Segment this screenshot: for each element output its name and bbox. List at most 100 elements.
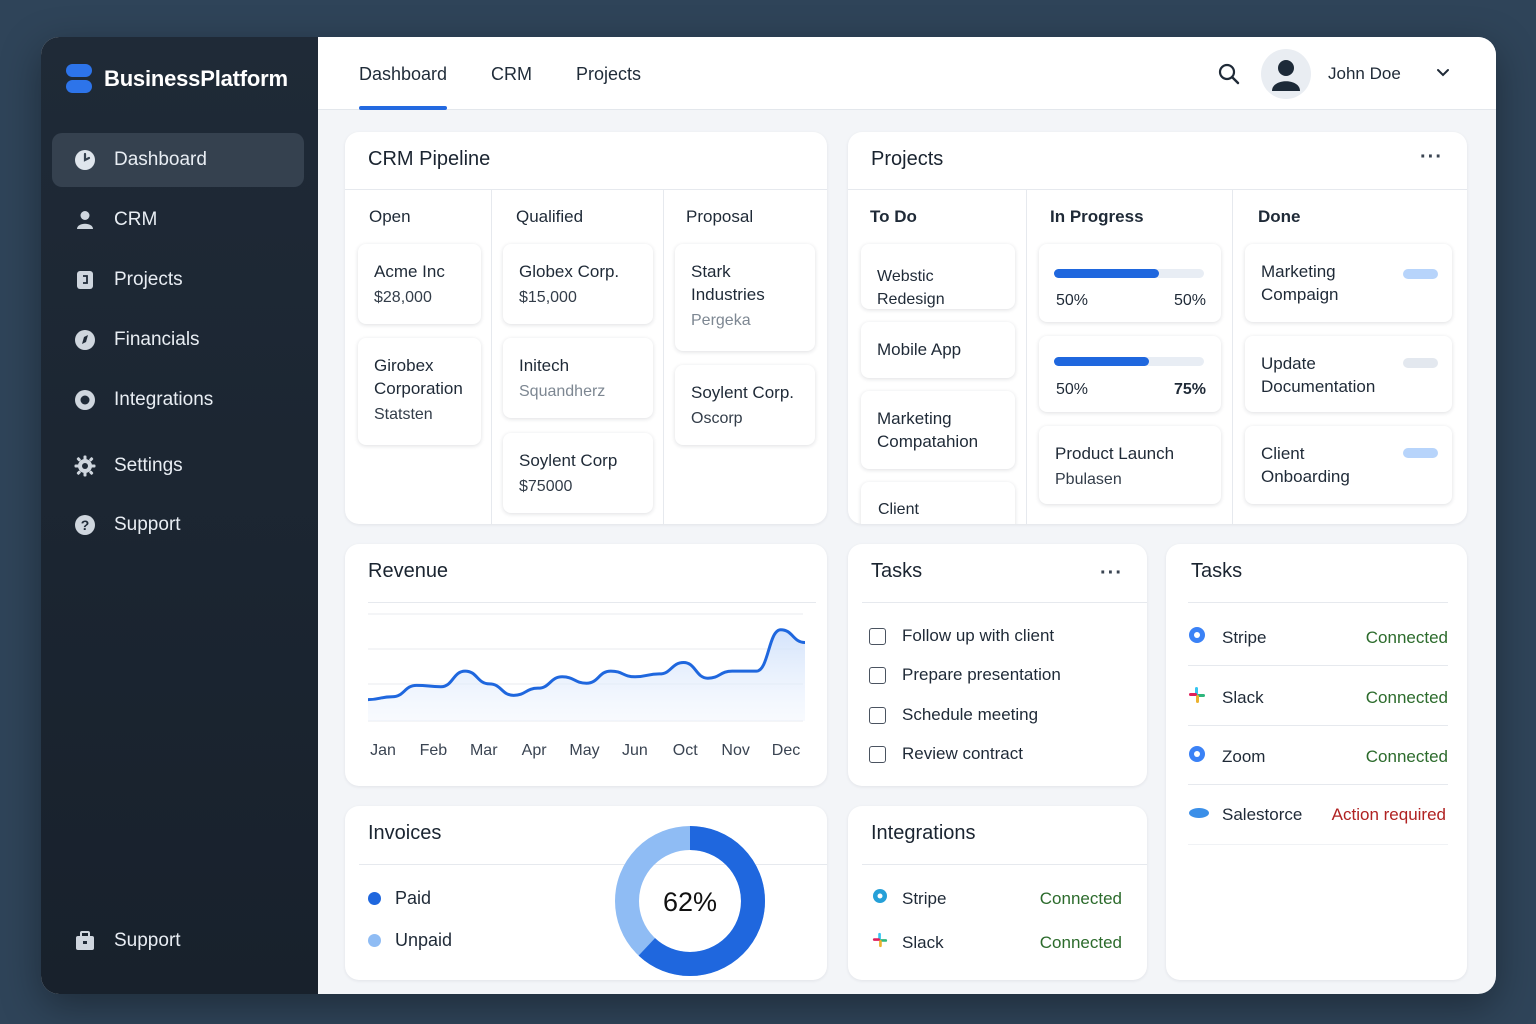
tab-dashboard[interactable]: Dashboard [359, 64, 448, 110]
project-card[interactable]: Mobile App [861, 322, 1015, 378]
checkbox[interactable] [869, 706, 886, 724]
project-name: Product Launch [1055, 444, 1175, 463]
integration-status: Connected [1039, 888, 1122, 908]
integration-status: Connected [1365, 627, 1448, 647]
column-header: In Progress [1050, 207, 1144, 226]
integration-name: Stripe [902, 888, 947, 908]
card-title: Invoices [368, 822, 442, 844]
project-progress-card[interactable]: 50% 75% [1039, 336, 1221, 412]
integration-row[interactable]: Slack Connected [1188, 686, 1448, 709]
project-card[interactable]: Marketing Compaign [1245, 244, 1452, 322]
deal-value: Pergeka [691, 312, 751, 329]
crm-pipeline-card: CRM Pipeline Open Qualified Proposal Acm… [345, 132, 827, 524]
integration-status: Connected [1365, 746, 1448, 766]
user-icon [74, 209, 96, 231]
progress-bar-fill [1054, 357, 1149, 366]
progress-label: 50% [1056, 381, 1089, 398]
sidebar-item-label: Integrations [114, 389, 214, 410]
deal-name: Acme Inc [374, 262, 445, 281]
search-icon[interactable] [1218, 63, 1240, 90]
svg-text:?: ? [81, 517, 90, 533]
project-name: Client Onboarding [1261, 444, 1350, 486]
sidebar-item-dashboard[interactable]: Dashboard [52, 133, 304, 187]
deal-card[interactable]: Globex Corp. $15,000 [503, 244, 653, 324]
projects-card: Projects ··· To Do In Progress Done Webs… [848, 132, 1467, 524]
sidebar-item-projects[interactable]: Projects [52, 253, 304, 307]
brand[interactable]: BusinessPlatform [66, 64, 288, 94]
sidebar-item-label: Dashboard [114, 149, 207, 170]
column-header: Proposal [686, 207, 754, 226]
deal-card[interactable]: Soylent Corp. Oscorp [675, 365, 815, 445]
deal-card[interactable]: Girobex Corporation Statsten [358, 338, 481, 445]
deal-name: Soylent Corp. [691, 383, 794, 402]
integration-row[interactable]: Stripe Connected [1188, 626, 1448, 649]
sidebar-footer-support[interactable]: Support [52, 914, 304, 968]
zoom-icon [1188, 745, 1222, 768]
revenue-area [368, 629, 805, 721]
x-tick-label: Nov [721, 742, 749, 759]
tab-projects[interactable]: Projects [576, 64, 641, 85]
deal-card[interactable]: Initech Squandherz [503, 338, 653, 418]
project-sub: Pbulasen [1055, 471, 1122, 488]
sidebar-item-crm[interactable]: CRM [52, 193, 304, 247]
x-tick-label: Oct [673, 742, 698, 759]
task-item[interactable]: Schedule meeting [869, 705, 1038, 725]
briefcase-icon [74, 930, 96, 952]
project-progress-card[interactable]: 50% 50% [1039, 244, 1221, 322]
task-label: Schedule meeting [902, 705, 1039, 724]
more-options-icon[interactable]: ··· [1100, 562, 1123, 585]
status-pill [1403, 448, 1438, 458]
project-card[interactable]: Client Onboarding [861, 482, 1015, 524]
divider [491, 189, 492, 524]
task-item[interactable]: Follow up with client [869, 626, 1054, 646]
deal-card[interactable]: Stark Industries Pergeka [675, 244, 815, 351]
app-window: BusinessPlatform Dashboard CRM Projects … [41, 37, 1496, 994]
divider [862, 602, 1147, 603]
legend-dot [368, 892, 381, 905]
integration-row[interactable]: Slack Connected [872, 932, 1122, 953]
deal-card[interactable]: Acme Inc $28,000 [358, 244, 481, 324]
project-card[interactable]: Update Documentation [1245, 336, 1452, 412]
task-item[interactable]: Prepare presentation [869, 665, 1061, 685]
tab-crm[interactable]: CRM [491, 64, 532, 85]
help-icon: ? [74, 514, 96, 536]
tasks-integrations-card: Tasks Stripe Connected Slack Connected Z… [1166, 544, 1467, 980]
project-card[interactable]: Client Onboarding [1245, 426, 1452, 504]
integration-status: Connected [1039, 932, 1122, 952]
integrations-card: Integrations Stripe Connected Slack Conn… [848, 806, 1147, 980]
deal-card[interactable]: Soylent Corp $75000 [503, 433, 653, 513]
divider [1188, 844, 1448, 845]
sidebar-item-settings[interactable]: Settings [52, 439, 304, 493]
more-options-icon[interactable]: ··· [1420, 146, 1443, 169]
column-header: To Do [870, 207, 917, 226]
sidebar-item-label: Settings [114, 455, 183, 476]
progress-bar [1054, 269, 1204, 278]
sidebar-item-label: Projects [114, 269, 183, 290]
user-name[interactable]: John Doe [1328, 64, 1401, 84]
card-title: Revenue [368, 560, 449, 582]
integration-row[interactable]: Zoom Connected [1188, 745, 1448, 768]
gear-icon [74, 455, 96, 477]
project-card[interactable]: Webstic Redesign [861, 244, 1015, 309]
task-label: Review contract [902, 744, 1023, 763]
chevron-down-icon[interactable] [1436, 66, 1450, 85]
progress-label: 50% [1056, 292, 1089, 309]
task-item[interactable]: Review contract [869, 744, 1023, 764]
checkbox[interactable] [869, 745, 886, 763]
sidebar-item-support[interactable]: ? Support [52, 498, 304, 552]
sidebar-item-integrations[interactable]: Integrations [52, 373, 304, 427]
checkbox[interactable] [869, 666, 886, 684]
project-card[interactable]: Marketing Compatahion [861, 391, 1015, 469]
status-pill [1403, 269, 1438, 279]
divider [1232, 189, 1233, 524]
integration-row[interactable]: Salestorce Action required [1188, 805, 1446, 825]
sidebar-item-financials[interactable]: Financials [52, 313, 304, 367]
avatar[interactable] [1261, 49, 1311, 99]
progress-label: 50% [1173, 292, 1206, 309]
sidebar-item-label: Support [114, 514, 181, 535]
project-card[interactable]: Product Launch Pbulasen [1039, 426, 1221, 504]
deal-value: Oscorp [691, 410, 743, 427]
checkbox[interactable] [869, 627, 886, 645]
column-header: Qualified [516, 207, 584, 226]
integration-row[interactable]: Stripe Connected [872, 888, 1122, 909]
